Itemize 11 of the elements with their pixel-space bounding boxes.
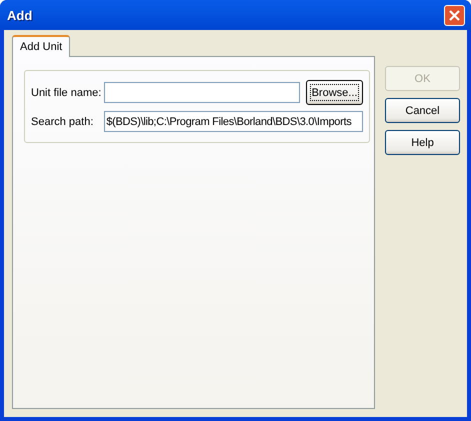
close-icon bbox=[449, 10, 460, 20]
field-label: Unit file name: bbox=[31, 86, 102, 98]
close-button[interactable] bbox=[444, 4, 465, 26]
input-field[interactable] bbox=[104, 82, 300, 103]
input-field[interactable]: $(BDS)\lib;C:\Program Files\Borland\BDS\3.0\Imports bbox=[104, 111, 363, 132]
field-label: Search path: bbox=[31, 116, 94, 128]
window-title: Add bbox=[7, 8, 32, 22]
dialog-button[interactable]: Help bbox=[385, 130, 460, 155]
dialog-button[interactable]: Cancel bbox=[385, 98, 460, 123]
browse-button[interactable]: Browse... bbox=[306, 80, 363, 105]
tab[interactable]: Add Unit bbox=[12, 35, 70, 57]
